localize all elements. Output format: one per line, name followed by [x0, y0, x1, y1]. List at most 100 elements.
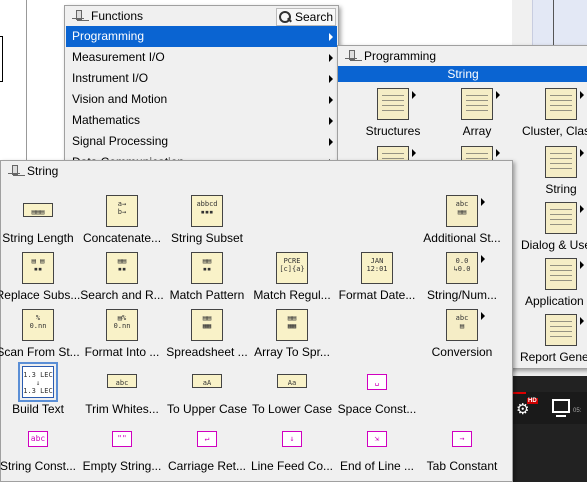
string-function-tile[interactable]: abbcd ▪▪▪ String Subset	[164, 191, 250, 247]
match-regex-icon: PCRE [c]{a}	[276, 252, 308, 284]
menu-item-label: Vision and Motion	[72, 92, 168, 106]
string-function-tile[interactable]: ▤ ▤ ▪▪ Replace Subs...	[0, 248, 81, 304]
array-to-spreadsheet-icon: ▤▤ ▦▦	[276, 309, 308, 341]
pin-icon[interactable]	[7, 164, 21, 178]
string-function-tile[interactable]: → Tab Constant	[419, 419, 505, 475]
menu-item-label: Programming	[72, 29, 145, 43]
tile-label: Dialog & Use...	[520, 238, 587, 252]
tile-label: Tab Constant	[426, 459, 498, 473]
string-highlight[interactable]: String	[338, 66, 587, 82]
string-function-tile[interactable]: 1.3 LEC ↓ 1.3 LEC Build Text	[0, 362, 81, 418]
tile-label: Format Date...	[338, 288, 416, 302]
submenu-arrow-icon	[329, 138, 333, 146]
string-function-tile[interactable]: a→ b→ Concatenate...	[79, 191, 165, 247]
to-upper-case-icon: aA	[192, 374, 222, 388]
background-canvas	[0, 0, 64, 160]
tile-label: End of Line ...	[339, 459, 415, 473]
programming-tile[interactable]: Structures	[350, 84, 436, 140]
report-generation-icon	[545, 314, 584, 346]
string-function-tile[interactable]: abc ▤ Conversion	[419, 305, 505, 361]
menu-item-label: Signal Processing	[72, 134, 169, 148]
submenu-arrow-icon	[329, 117, 333, 125]
spreadsheet-string-icon: ▤▤ ▦▦	[191, 309, 223, 341]
string-function-tile[interactable]: ▤▤ ▪▪ Search and R...	[79, 248, 165, 304]
pin-icon[interactable]	[344, 49, 358, 63]
video-settings-button[interactable]: ⚙ HD	[516, 398, 538, 418]
tile-label: Search and R...	[80, 288, 164, 302]
trim-whitespace-icon: abc	[107, 374, 137, 388]
programming-tile[interactable]: Application ...	[518, 254, 587, 310]
string-function-tile[interactable]: % 0.nn Scan From St...	[0, 305, 81, 361]
functions-menu: Programming Measurement I/O Instrument I/O…	[66, 26, 337, 173]
fullscreen-icon[interactable]	[552, 399, 570, 417]
tile-label: Additional St...	[423, 231, 501, 245]
string-palette: String ▤▤▤ String Length a→ b→ Concatenate.…	[0, 160, 513, 482]
string-function-tile[interactable]: ␣ Space Const...	[334, 362, 420, 418]
string-function-tile[interactable]: ↵ Carriage Ret...	[164, 419, 250, 475]
programming-tile[interactable]: Report Gener...	[518, 310, 587, 366]
carriage-return-icon: ↵	[197, 431, 217, 447]
cluster-icon	[545, 88, 584, 120]
tile-label: To Upper Case	[166, 402, 248, 416]
format-date-icon: JAN 12:01	[361, 252, 393, 284]
string-constant-icon: abc	[28, 431, 48, 447]
string-function-tile[interactable]: abc Trim Whites...	[79, 362, 165, 418]
tile-label: Report Gener...	[519, 350, 587, 364]
tile-label: String Subset	[170, 231, 244, 245]
menu-item-signal-processing[interactable]: Signal Processing	[66, 131, 337, 152]
string-function-tile[interactable]: 0.0 ↳0.0 String/Num...	[419, 248, 505, 304]
video-progress	[512, 392, 526, 394]
video-time: 05:	[573, 408, 582, 414]
background-frame	[0, 36, 3, 82]
string-function-tile[interactable]: aA To Upper Case	[164, 362, 250, 418]
tile-label: Trim Whites...	[85, 402, 159, 416]
menu-item-instrument-i-o[interactable]: Instrument I/O	[66, 68, 337, 89]
string-function-tile[interactable]: ▤% 0.nn Format Into ...	[79, 305, 165, 361]
string-function-tile[interactable]: Aa To Lower Case	[249, 362, 335, 418]
string-function-tile[interactable]: ↓ Line Feed Co...	[249, 419, 335, 475]
string-function-tile[interactable]: abc ▤▤ Additional St...	[419, 191, 505, 247]
tile-label: Empty String...	[82, 459, 162, 473]
string-function-tile[interactable]: ▤▤ ▦▦ Array To Spr...	[249, 305, 335, 361]
submenu-arrow-icon	[329, 54, 333, 62]
hd-badge: HD	[527, 398, 538, 404]
tile-label: Line Feed Co...	[250, 459, 334, 473]
string-function-tile[interactable]: abc String Const...	[0, 419, 81, 475]
space-constant-icon: ␣	[367, 374, 387, 390]
string-function-tile[interactable]: ⇲ End of Line ...	[334, 419, 420, 475]
search-button[interactable]: Search	[276, 8, 336, 26]
functions-title: Functions	[91, 9, 144, 23]
string-function-tile[interactable]: "" Empty String...	[79, 419, 165, 475]
build-text-icon: 1.3 LEC ↓ 1.3 LEC	[18, 362, 58, 402]
submenu-arrow-icon	[329, 33, 333, 41]
menu-item-vision-and-motion[interactable]: Vision and Motion	[66, 89, 337, 110]
structures-icon	[377, 88, 416, 120]
string-icon	[545, 146, 584, 178]
format-into-string-icon: ▤% 0.nn	[106, 309, 138, 341]
search-label: Search	[294, 10, 334, 24]
string-function-tile[interactable]: ▤▤ ▪▪ Match Pattern	[164, 248, 250, 304]
menu-item-mathematics[interactable]: Mathematics	[66, 110, 337, 131]
programming-tile[interactable]: Array	[434, 84, 520, 140]
tile-label: Spreadsheet ...	[166, 345, 248, 359]
menu-item-programming[interactable]: Programming	[66, 26, 337, 47]
tile-label: Concatenate...	[82, 231, 162, 245]
string-title: String	[27, 164, 59, 178]
pin-icon[interactable]	[71, 9, 85, 23]
application-control-icon	[545, 258, 584, 290]
string-function-tile[interactable]: ▤▤▤ String Length	[0, 191, 81, 247]
tile-label: Format Into ...	[84, 345, 160, 359]
programming-tile[interactable]: String	[518, 142, 587, 198]
string-function-tile[interactable]: PCRE [c]{a} Match Regul...	[249, 248, 335, 304]
string-number-conversion-icon: 0.0 ↳0.0	[446, 252, 485, 284]
scan-from-string-icon: % 0.nn	[22, 309, 54, 341]
background-divider	[26, 0, 27, 160]
programming-tile[interactable]: Dialog & Use...	[518, 198, 587, 254]
menu-item-measurement-i-o[interactable]: Measurement I/O	[66, 47, 337, 68]
string-function-tile[interactable]: JAN 12:01 Format Date...	[334, 248, 420, 304]
string-function-tile[interactable]: ▤▤ ▦▦ Spreadsheet ...	[164, 305, 250, 361]
tile-label: String	[545, 182, 577, 196]
tile-label: Array To Spr...	[254, 345, 330, 359]
programming-tile[interactable]: Cluster, Clas...	[518, 84, 587, 140]
replace-substring-icon: ▤ ▤ ▪▪	[22, 252, 54, 284]
